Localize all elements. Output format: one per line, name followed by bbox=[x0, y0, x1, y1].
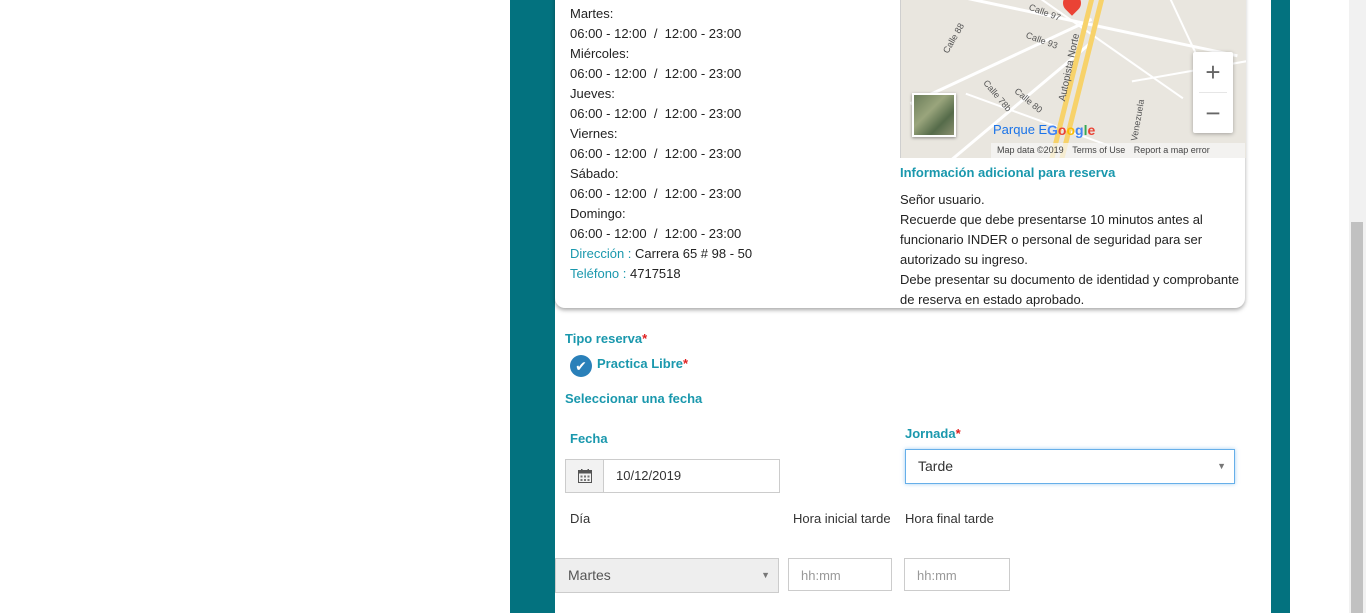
terms-of-use-link[interactable]: Terms of Use bbox=[1072, 145, 1125, 155]
practica-libre-option[interactable]: Practica Libre* bbox=[597, 356, 688, 371]
jornada-label: Jornada* bbox=[905, 426, 961, 441]
map-footer: Map data ©2019 Terms of Use Report a map… bbox=[991, 143, 1245, 158]
address-row: Dirección : Carrera 65 # 98 - 50 bbox=[570, 244, 752, 264]
practica-libre-text: Practica Libre bbox=[597, 356, 683, 371]
map-street-label: Venezuela bbox=[1129, 98, 1147, 142]
phone-row: Teléfono : 4717518 bbox=[570, 264, 752, 284]
fecha-input[interactable]: 10/12/2019 bbox=[565, 459, 780, 493]
dia-select[interactable]: Martes ▼ bbox=[555, 558, 779, 593]
jornada-selected-value: Tarde bbox=[918, 458, 954, 474]
schedule-day: Viernes: bbox=[570, 126, 618, 141]
page-frame-right bbox=[1271, 0, 1290, 613]
page-frame-left bbox=[510, 0, 555, 613]
map-place-label: Parque E bbox=[993, 122, 1048, 137]
tipo-reserva-text: Tipo reserva bbox=[565, 331, 643, 346]
map-zoom-controls: + − bbox=[1193, 52, 1233, 133]
chevron-down-icon: ▼ bbox=[1217, 461, 1226, 471]
schedule-hours: 06:00 - 12:00 / 12:00 - 23:00 bbox=[570, 146, 742, 161]
required-mark: * bbox=[683, 356, 689, 371]
schedule-day: Miércoles: bbox=[570, 46, 630, 61]
hora-final-input[interactable]: hh:mm bbox=[904, 558, 1010, 591]
fecha-label: Fecha bbox=[570, 431, 608, 446]
dia-selected-value: Martes bbox=[568, 567, 611, 583]
schedule-hours: 06:00 - 12:00 / 12:00 - 23:00 bbox=[570, 186, 742, 201]
info-line: Debe presentar su documento de identidad… bbox=[900, 272, 1239, 307]
phone-label: Teléfono : bbox=[570, 266, 627, 281]
info-line: Señor usuario. bbox=[900, 192, 985, 207]
schedule-hours: 06:00 - 12:00 / 12:00 - 23:00 bbox=[570, 26, 742, 41]
calendar-icon bbox=[578, 469, 592, 483]
tipo-reserva-label: Tipo reserva* bbox=[565, 331, 647, 346]
hora-final-label: Hora final tarde bbox=[905, 511, 994, 526]
map-street-label: Calle 78b bbox=[981, 78, 1014, 114]
map-street-label: Calle 97 bbox=[1027, 2, 1063, 23]
schedule-hours: 06:00 - 12:00 / 12:00 - 23:00 bbox=[570, 66, 742, 81]
hora-inicial-label: Hora inicial tarde bbox=[793, 511, 891, 526]
fecha-value: 10/12/2019 bbox=[616, 468, 682, 483]
select-date-heading: Seleccionar una fecha bbox=[565, 391, 703, 406]
phone-value: 4717518 bbox=[630, 266, 681, 281]
schedule-day: Sábado: bbox=[570, 166, 619, 181]
dia-label: Día bbox=[570, 511, 591, 526]
address-value: Carrera 65 # 98 - 50 bbox=[635, 246, 753, 261]
additional-info-title: Información adicional para reserva bbox=[900, 165, 1116, 180]
report-map-error-link[interactable]: Report a map error bbox=[1134, 145, 1210, 155]
schedule-day: Domingo: bbox=[570, 206, 626, 221]
jornada-text: Jornada bbox=[905, 426, 956, 441]
scrollbar-thumb[interactable] bbox=[1351, 222, 1363, 613]
schedule-hours: 06:00 - 12:00 / 12:00 - 23:00 bbox=[570, 226, 742, 241]
schedule-list: Martes: 06:00 - 12:00 / 12:00 - 23:00 Mi… bbox=[570, 4, 752, 284]
hora-inicial-input[interactable]: hh:mm bbox=[788, 558, 892, 591]
schedule-day: Martes: bbox=[570, 6, 614, 21]
schedule-day: Jueves: bbox=[570, 86, 615, 101]
check-icon[interactable]: ✔ bbox=[570, 355, 592, 377]
google-logo: Google bbox=[1047, 122, 1096, 138]
map-street-label: Calle 88 bbox=[941, 21, 967, 56]
chevron-down-icon: ▼ bbox=[761, 570, 770, 580]
map-data-text: Map data ©2019 bbox=[997, 145, 1064, 155]
address-label: Dirección : bbox=[570, 246, 632, 261]
satellite-toggle-thumbnail[interactable] bbox=[912, 93, 956, 137]
required-mark: * bbox=[955, 426, 961, 441]
required-mark: * bbox=[642, 331, 648, 346]
jornada-select[interactable]: Tarde ▼ bbox=[905, 449, 1235, 484]
schedule-hours: 06:00 - 12:00 / 12:00 - 23:00 bbox=[570, 106, 742, 121]
calendar-button[interactable] bbox=[566, 460, 604, 492]
zoom-in-button[interactable]: + bbox=[1193, 52, 1233, 92]
info-line: Recuerde que debe presentarse 10 minutos… bbox=[900, 212, 1203, 267]
additional-info-text: Señor usuario. Recuerde que debe present… bbox=[900, 190, 1246, 310]
zoom-out-button[interactable]: − bbox=[1193, 93, 1233, 133]
